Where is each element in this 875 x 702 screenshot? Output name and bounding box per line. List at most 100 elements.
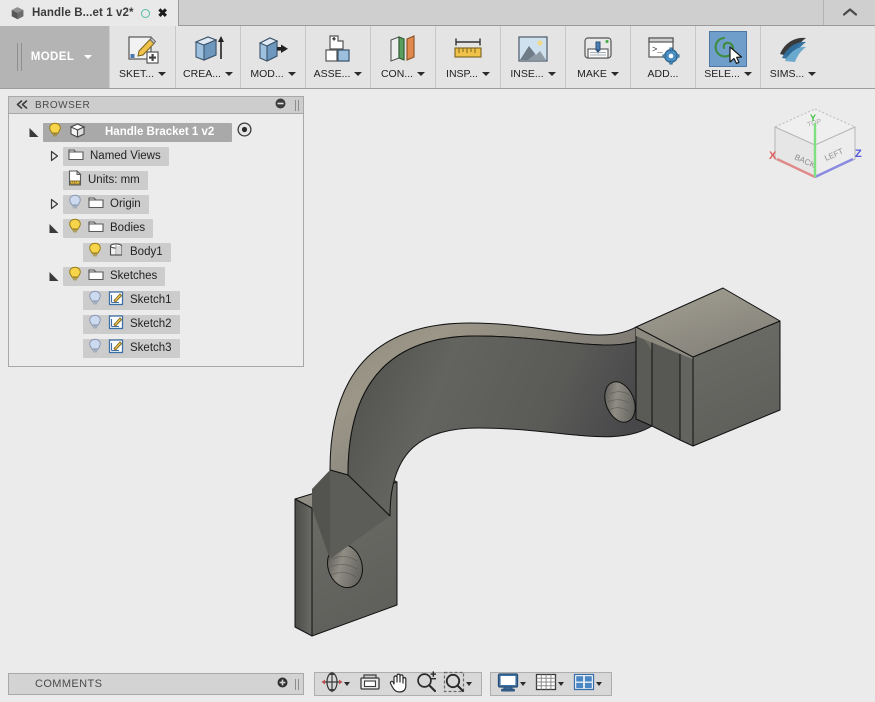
browser-node-label: Units: mm [88,174,140,186]
chevron-down-icon[interactable] [610,72,619,76]
close-icon[interactable]: ✖ [157,7,169,19]
nav-display-settings[interactable] [494,672,532,695]
comments-panel[interactable]: COMMENTS [8,673,304,695]
tree-twisty-expanded[interactable] [45,216,63,240]
browser-node-label: Named Views [90,150,161,162]
simulation-icon [774,31,812,67]
visibility-bulb-icon[interactable] [48,122,62,143]
activate-target-icon[interactable] [237,122,252,142]
ribbon-tool-label: CREA... [183,68,221,80]
tree-twisty-expanded[interactable] [25,120,43,144]
chevron-down-icon[interactable] [344,682,350,686]
browser-node-bodies[interactable]: Bodies [9,216,303,240]
ribbon-tool-sims[interactable]: SIMS... [760,26,825,88]
browser-node-label: Handle Bracket 1 v2 [105,126,215,138]
ribbon-tool-mod[interactable]: MOD... [240,26,305,88]
tree-twisty-collapsed[interactable] [45,192,63,216]
browser-node-units-mm[interactable]: Units: mm [9,168,303,192]
visibility-bulb-icon[interactable] [88,290,102,311]
browser-node-named-views[interactable]: Named Views [9,144,303,168]
body-cube-icon [69,122,86,143]
nav-orbit[interactable] [318,671,356,695]
tree-twisty-none [45,168,63,192]
chevron-down-icon[interactable] [558,682,564,686]
assemble-icon [319,31,357,67]
ribbon-tool-group: SKET... CREA... MOD... ASSE... CON... INSP...… [110,26,825,88]
collapse-ribbon-button[interactable] [823,0,875,25]
visibility-bulb-icon[interactable] [68,194,82,215]
comments-resize-grip[interactable] [295,678,299,690]
chevron-down-icon[interactable] [287,72,296,76]
tree-twisty-collapsed[interactable] [45,144,63,168]
select-lasso-icon [709,31,747,67]
chevron-down-icon[interactable] [224,72,233,76]
ribbon-tool-sket[interactable]: SKET... [110,26,175,88]
browser-node-sketches[interactable]: Sketches [9,264,303,288]
workspace-switcher[interactable]: MODEL [0,26,110,88]
tree-twisty-none [65,240,83,264]
ribbon-tool-add[interactable]: >_ ADD... [630,26,695,88]
look-at-icon [359,671,381,698]
browser-node-handle-bracket-1-v2[interactable]: Handle Bracket 1 v2 [9,120,303,144]
folder-icon [88,195,104,214]
ribbon-tool-insp[interactable]: INSP... [435,26,500,88]
panel-resize-grip[interactable] [295,99,299,111]
sketch-small-icon [108,338,124,359]
ribbon-tool-con[interactable]: CON... [370,26,435,88]
visibility-bulb-icon[interactable] [88,242,102,263]
chevron-down-icon[interactable] [354,72,363,76]
chevron-down-icon[interactable] [520,682,526,686]
svg-text:>_: >_ [652,45,663,55]
ribbon-tool-label: MAKE [577,68,607,80]
zoom-magnifier-icon [415,670,437,698]
tree-twisty-expanded[interactable] [45,264,63,288]
visibility-bulb-icon[interactable] [88,314,102,335]
nav-zoom-magnifier[interactable] [412,670,440,698]
double-chevron-left-icon[interactable] [15,96,29,114]
chevron-down-icon[interactable] [158,72,166,76]
minus-circle-icon[interactable] [275,96,286,114]
browser-node-sketch2[interactable]: Sketch2 [9,312,303,336]
chevron-down-icon[interactable] [547,72,556,76]
chevron-down-icon[interactable] [481,72,490,76]
drag-grip-icon [16,43,22,71]
browser-node-body1[interactable]: Body1 [9,240,303,264]
grid-snaps-icon [535,672,557,697]
nav-grid-snaps[interactable] [532,673,570,695]
nav-look-at[interactable] [356,673,384,695]
browser-node-sketch1[interactable]: Sketch1 [9,288,303,312]
ribbon-tool-sele[interactable]: SELE... [695,26,760,88]
cube-icon [10,6,25,21]
ribbon-tool-make[interactable]: MAKE [565,26,630,88]
browser-node-sketch3[interactable]: Sketch3 [9,336,303,360]
visibility-bulb-icon[interactable] [88,338,102,359]
visibility-bulb-icon[interactable] [68,266,82,287]
sketch-small-icon [108,290,124,311]
ribbon-tool-label: ADD... [647,68,679,80]
make-3dprint-icon [579,31,617,67]
chevron-down-icon[interactable] [808,72,817,76]
nav-zoom-window[interactable] [440,671,478,695]
document-tab[interactable]: Handle B...et 1 v2* ✖ [0,0,179,26]
inspect-measure-icon [449,31,487,67]
browser-node-label: Bodies [110,222,146,234]
visibility-bulb-icon[interactable] [68,218,82,239]
view-cube[interactable]: BACK LEFT TOP X Z Y [763,101,867,196]
unsaved-dot-icon [140,8,150,18]
title-bar-spacer [179,0,823,25]
browser-node-origin[interactable]: Origin [9,192,303,216]
title-bar: Handle B...et 1 v2* ✖ [0,0,875,26]
folder-icon [68,147,84,166]
ribbon-tool-asse[interactable]: ASSE... [305,26,370,88]
chevron-down-icon[interactable] [743,72,752,76]
browser-node-label: Sketch2 [130,318,172,330]
nav-pan-hand[interactable] [384,673,412,695]
chevron-down-icon[interactable] [596,682,602,686]
chevron-down-icon[interactable] [417,72,426,76]
ribbon-tool-inse[interactable]: INSE... [500,26,565,88]
nav-viewport-layout[interactable] [570,673,608,695]
chevron-down-icon[interactable] [466,682,472,686]
plus-circle-icon[interactable] [277,675,288,693]
ribbon-tool-label: SKET... [118,68,154,80]
ribbon-tool-crea[interactable]: CREA... [175,26,240,88]
